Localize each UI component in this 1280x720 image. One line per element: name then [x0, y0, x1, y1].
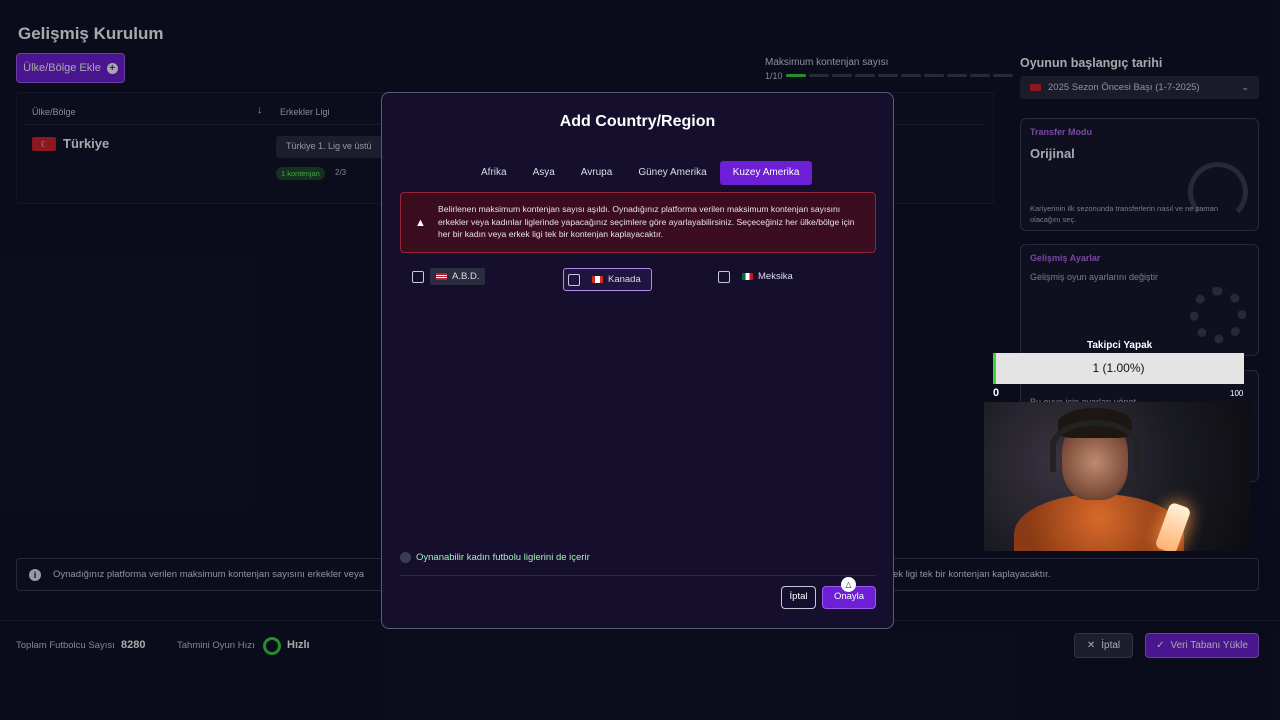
option-label: Meksika	[758, 271, 793, 282]
modal-cancel-button[interactable]: İptal	[781, 586, 816, 609]
option-label: Kanada	[608, 274, 641, 285]
follower-goal-min: 0	[993, 387, 1000, 399]
option-label: A.B.D.	[452, 271, 480, 282]
modal-title: Add Country/Region	[559, 113, 716, 130]
option-chip: Meksika	[736, 268, 799, 285]
women-leagues-label: Oynanabilir kadın futbolu liglerini de i…	[416, 552, 590, 563]
region-tabs: Afrika Asya Avrupa Güney Amerika Kuzey A…	[468, 161, 813, 185]
mexico-flag-icon	[742, 273, 753, 280]
triangle-button-icon: △	[841, 577, 856, 592]
modal-divider	[400, 575, 876, 576]
webcam-feed	[984, 402, 1250, 551]
option-chip: Kanada	[586, 271, 647, 288]
follower-goal-value: 1 (1.00%)	[1092, 361, 1145, 375]
usa-flag-icon	[436, 273, 447, 280]
option-chip: A.B.D.	[430, 268, 486, 285]
warning-text: Belirlenen maksimum kontenjan sayısı aşı…	[438, 204, 855, 239]
follower-goal-title: Takipci Yapak	[1087, 340, 1153, 351]
checkbox[interactable]	[568, 273, 580, 286]
option-canada[interactable]: Kanada	[563, 268, 652, 291]
tab-asya[interactable]: Asya	[520, 161, 568, 185]
option-mexico[interactable]: Meksika	[718, 268, 799, 285]
warning-icon: ▲	[415, 217, 426, 229]
option-usa[interactable]: A.B.D.	[412, 268, 486, 285]
add-country-modal: Add Country/Region Afrika Asya Avrupa Gü…	[381, 92, 894, 629]
follower-goal-bar: 1 (1.00%)	[993, 353, 1244, 384]
checkbox[interactable]	[412, 270, 424, 283]
checkbox[interactable]	[718, 270, 730, 283]
follower-goal-max: 100	[1230, 389, 1244, 398]
warning-banner: ▲ Belirlenen maksimum kontenjan sayısı a…	[400, 192, 876, 253]
tab-kuzey-amerika[interactable]: Kuzey Amerika	[719, 161, 813, 185]
women-leagues-toggle[interactable]: Oynanabilir kadın futbolu liglerini de i…	[400, 552, 590, 563]
tab-guney-amerika[interactable]: Güney Amerika	[625, 161, 719, 185]
toggle-indicator	[400, 552, 411, 563]
tab-afrika[interactable]: Afrika	[468, 161, 520, 185]
headset-icon	[1050, 420, 1140, 472]
canada-flag-icon	[592, 276, 603, 283]
tab-avrupa[interactable]: Avrupa	[568, 161, 626, 185]
